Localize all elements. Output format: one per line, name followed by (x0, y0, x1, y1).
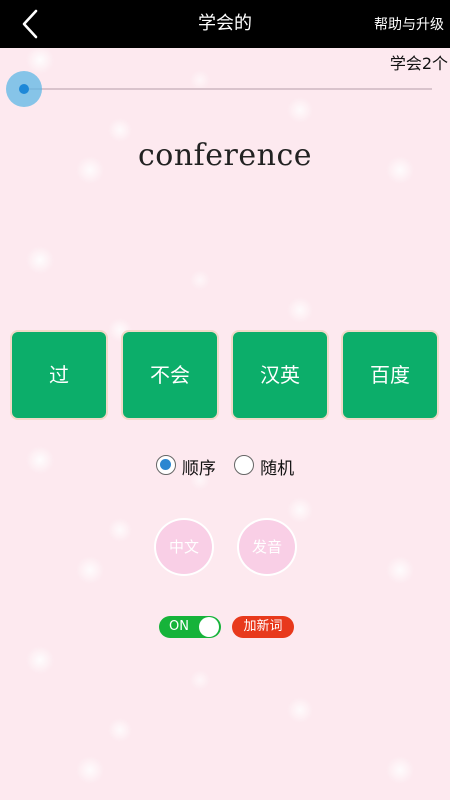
current-word: conference (137, 138, 312, 173)
action-button-row: 过 不会 汉英 百度 (10, 330, 442, 420)
chinese-button[interactable]: 中文 (154, 518, 214, 576)
radio-button-random[interactable] (234, 454, 255, 475)
order-option-label: 随机 (260, 459, 295, 479)
order-option-label: 顺序 (181, 459, 216, 479)
on-toggle[interactable]: ON (159, 616, 221, 638)
pass-button[interactable]: 过 (10, 330, 108, 420)
order-option-random[interactable]: 随机 (234, 454, 294, 479)
order-option-sequential[interactable]: 顺序 (155, 454, 216, 479)
order-radio-group: 顺序 随机 (0, 454, 450, 480)
toggle-label: ON (169, 619, 189, 634)
top-bar: 学会的 帮助与升级 (0, 0, 450, 48)
pronunciation-button[interactable]: 发音 (237, 518, 297, 576)
slider-track (20, 88, 432, 90)
progress-slider[interactable] (6, 70, 432, 108)
add-new-word-button[interactable]: 加新词 (232, 616, 294, 638)
toggle-knob (199, 617, 219, 637)
dont-know-button[interactable]: 不会 (121, 330, 219, 420)
radio-button-sequential[interactable] (155, 454, 176, 475)
chevron-left-icon (22, 9, 38, 39)
help-upgrade-button[interactable]: 帮助与升级 (374, 0, 444, 48)
baidu-button[interactable]: 百度 (341, 330, 439, 420)
chinese-english-button[interactable]: 汉英 (231, 330, 329, 420)
slider-thumb[interactable] (6, 71, 42, 107)
back-button[interactable] (14, 6, 50, 42)
